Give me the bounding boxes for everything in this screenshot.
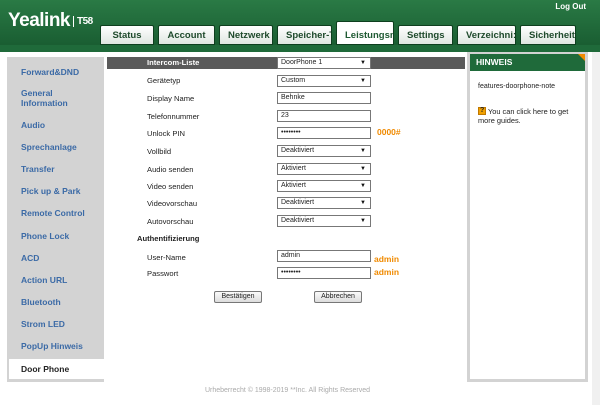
tab-leistungsn[interactable]: Leistungsn <box>336 21 394 45</box>
video-preview-label: Videovorschau <box>147 199 198 208</box>
cancel-button[interactable]: Abbrechen <box>314 291 362 303</box>
unlock-pin-hint: 0000# <box>377 127 401 137</box>
help-panel-inner: HINWEIS features-doorphone-note You can … <box>470 54 585 379</box>
corner-decoration <box>578 54 585 61</box>
help-more-link[interactable]: You can click here to get more guides. <box>478 106 583 125</box>
fullscreen-label: Vollbild <box>147 147 172 156</box>
auto-preview-label: Autovorschau <box>147 217 194 226</box>
auto-preview-select[interactable]: Deaktiviert ▼ <box>277 215 371 227</box>
intercom-list-select[interactable]: DoorPhone 1 ▼ <box>277 57 371 69</box>
help-panel: HINWEIS features-doorphone-note You can … <box>467 52 588 382</box>
sidebar-item-popup-hinweis[interactable]: PopUp Hinweis <box>7 341 104 351</box>
fullscreen-select[interactable]: Deaktiviert ▼ <box>277 145 371 157</box>
audio-send-label: Audio senden <box>147 165 194 174</box>
chevron-down-icon: ▼ <box>360 78 366 84</box>
door-phone-form: Intercom-Liste DoorPhone 1 ▼ Gerätetyp Cu… <box>107 57 465 382</box>
header-underline <box>0 45 600 52</box>
username-hint: admin <box>374 254 400 264</box>
phone-number-field[interactable]: 23 <box>277 110 371 122</box>
help-note: features-doorphone-note <box>478 83 556 90</box>
logout-link[interactable]: Log Out <box>555 2 586 11</box>
help-more-text[interactable]: You can click here to get more guides. <box>478 107 568 125</box>
sidebar: Forward&DND General Information Audio Sp… <box>7 57 109 382</box>
audio-send-value: Aktiviert <box>281 165 306 172</box>
intercom-list-label: Intercom-Liste <box>147 58 200 67</box>
sidebar-item-strom-led[interactable]: Strom LED <box>7 319 104 329</box>
tab-netzwerk[interactable]: Netzwerk <box>219 25 273 45</box>
display-name-field[interactable]: Behnke <box>277 92 371 104</box>
auto-preview-value: Deaktiviert <box>281 217 315 224</box>
chevron-down-icon: ▼ <box>360 166 366 172</box>
help-icon <box>478 106 486 115</box>
video-send-label: Video senden <box>147 182 194 191</box>
tab-settings[interactable]: Settings <box>398 25 453 45</box>
unlock-pin-label: Unlock PIN <box>147 129 185 138</box>
model-label: T58 <box>73 16 93 27</box>
tab-account[interactable]: Account <box>158 25 215 45</box>
sidebar-item-pickup-park[interactable]: Pick up & Park <box>7 186 104 196</box>
video-preview-value: Deaktiviert <box>281 199 315 206</box>
sidebar-item-bluetooth[interactable]: Bluetooth <box>7 297 104 307</box>
intercom-list-value: DoorPhone 1 <box>281 59 323 66</box>
chevron-down-icon: ▼ <box>360 200 366 206</box>
username-field[interactable]: admin <box>277 250 371 262</box>
chevron-down-icon: ▼ <box>360 148 366 154</box>
auth-heading: Authentifizierung <box>137 234 200 243</box>
video-send-select[interactable]: Aktiviert ▼ <box>277 180 371 192</box>
tab-sicherheit[interactable]: Sicherheit <box>520 25 576 45</box>
phone-number-label: Telefonnummer <box>147 112 200 121</box>
unlock-pin-field[interactable]: •••••••• <box>277 127 371 139</box>
device-type-label: Gerätetyp <box>147 76 181 85</box>
logo-text: Yealink <box>8 10 71 31</box>
sidebar-item-acd[interactable]: ACD <box>7 253 104 263</box>
device-type-select[interactable]: Custom ▼ <box>277 75 371 87</box>
confirm-button[interactable]: Bestätigen <box>214 291 262 303</box>
display-name-label: Display Name <box>147 94 195 103</box>
sidebar-item-action-url[interactable]: Action URL <box>7 275 104 285</box>
sidebar-item-general-information[interactable]: General Information <box>7 88 87 108</box>
sidebar-item-door-phone[interactable]: Door Phone <box>9 359 109 379</box>
main-tabs: Status Account Netzwerk Speicher-T Leist… <box>100 21 576 45</box>
chevron-down-icon: ▼ <box>360 60 366 66</box>
sidebar-item-transfer[interactable]: Transfer <box>7 164 104 174</box>
page-scrollbar[interactable] <box>592 52 600 405</box>
sidebar-item-phone-lock[interactable]: Phone Lock <box>7 231 104 241</box>
sidebar-item-sprechanlage[interactable]: Sprechanlage <box>7 142 104 152</box>
tab-speicher[interactable]: Speicher-T <box>277 25 332 45</box>
chevron-down-icon: ▼ <box>360 218 366 224</box>
help-title: HINWEIS <box>470 54 585 71</box>
device-type-value: Custom <box>281 77 306 84</box>
password-label: Passwort <box>147 269 179 278</box>
video-preview-select[interactable]: Deaktiviert ▼ <box>277 197 371 209</box>
sidebar-item-audio[interactable]: Audio <box>7 120 104 130</box>
chevron-down-icon: ▼ <box>360 183 366 189</box>
tab-verzeichnis[interactable]: Verzeichni: <box>457 25 516 45</box>
username-label: User-Name <box>147 253 186 262</box>
copyright-footer: Urheberrecht © 1998-2019 **Inc. All Righ… <box>204 387 371 394</box>
sidebar-item-forward-dnd[interactable]: Forward&DND <box>7 67 104 77</box>
video-send-value: Aktiviert <box>281 182 306 189</box>
fullscreen-value: Deaktiviert <box>281 147 315 154</box>
password-field[interactable]: •••••••• <box>277 267 371 279</box>
yealink-logo: Yealink T58 <box>8 10 93 32</box>
audio-send-select[interactable]: Aktiviert ▼ <box>277 163 371 175</box>
password-hint: admin <box>374 267 400 277</box>
sidebar-item-remote-control[interactable]: Remote Control <box>7 208 104 218</box>
tab-status[interactable]: Status <box>100 25 154 45</box>
